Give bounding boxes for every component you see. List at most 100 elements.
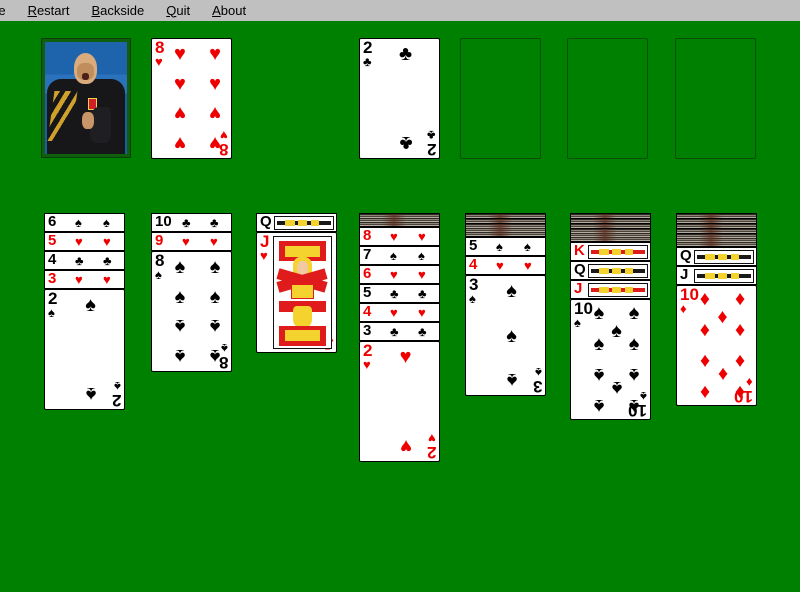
playing-card[interactable]: J♥J♥ bbox=[256, 232, 337, 353]
card-rank: 6 bbox=[48, 213, 57, 230]
card-pips: ♥ ♥ bbox=[399, 346, 412, 457]
playing-card-partial[interactable]: 8 ♥ ♥ bbox=[359, 227, 440, 246]
card-pips: ♠ ♠ ♠ bbox=[506, 280, 517, 391]
waste-pile-card[interactable]: 8 ♥ 8 ♥ ♥ ♥ ♥ ♥ ♥ ♥ ♥ ♥ bbox=[151, 38, 232, 159]
card-pip: ♣ bbox=[210, 215, 219, 230]
card-pip: ♥ bbox=[390, 229, 398, 244]
card-rank: 4 bbox=[469, 256, 478, 273]
photo-border bbox=[42, 39, 130, 157]
playing-card-partial[interactable]: 10 ♣ ♣ bbox=[151, 213, 232, 232]
playing-card-partial[interactable]: J bbox=[676, 266, 757, 285]
card-pip: ♥ bbox=[390, 267, 398, 282]
playing-card-partial[interactable]: Q bbox=[676, 247, 757, 266]
playing-card-partial[interactable]: 5 ♠ ♠ bbox=[465, 237, 546, 256]
card-rank: 4 bbox=[363, 303, 372, 320]
card-rank: 8 bbox=[155, 38, 165, 57]
playing-card-partial[interactable]: 9 ♥ ♥ bbox=[151, 232, 232, 251]
face-down-card[interactable] bbox=[359, 213, 440, 227]
card-rank: 9 bbox=[155, 232, 164, 249]
playing-card-partial[interactable]: Q bbox=[256, 213, 337, 232]
foundation-pile-3[interactable] bbox=[567, 38, 648, 159]
card-suit-icon: ♠ bbox=[574, 315, 581, 330]
playing-card[interactable]: 2 ♥ 2 ♥ ♥ ♥ bbox=[359, 341, 440, 462]
playing-card-partial[interactable]: 4 ♥ ♥ bbox=[465, 256, 546, 275]
face-down-card[interactable] bbox=[676, 233, 757, 247]
card-rank: 6 bbox=[363, 265, 372, 282]
playing-card[interactable]: 10 ♦ 10 ♦ ♦ ♦ ♦ ♦ ♦ ♦ ♦ ♦ ♦ ♦ bbox=[676, 285, 757, 406]
face-down-card[interactable] bbox=[570, 228, 651, 242]
card-pip: ♥ bbox=[390, 305, 398, 320]
card-pip: ♣ bbox=[390, 286, 399, 301]
card-pip: ♥ bbox=[418, 305, 426, 320]
card-suit-icon: ♠ bbox=[48, 305, 55, 320]
card-pips: ♦ ♦ ♦ ♦ ♦ ♦ ♦ ♦ ♦ ♦ bbox=[699, 287, 746, 404]
playing-card-partial[interactable]: 6 ♠ ♠ bbox=[44, 213, 125, 232]
menu-item-about[interactable]: About bbox=[201, 1, 257, 21]
playing-card[interactable]: 10 ♠ 10 ♠ ♠ ♠ ♠ ♠ ♠ ♠ ♠ ♠ ♠ ♠ bbox=[570, 299, 651, 420]
card-rank: J bbox=[680, 266, 689, 283]
card-pip: ♥ bbox=[524, 258, 532, 273]
face-down-card[interactable] bbox=[465, 223, 546, 237]
menu-mnemonic: B bbox=[91, 2, 101, 18]
menu-item-quit[interactable]: Quit bbox=[155, 1, 201, 21]
card-pip: ♥ bbox=[75, 272, 83, 287]
game-board: 8 ♥ 8 ♥ ♥ ♥ ♥ ♥ ♥ ♥ ♥ ♥ 2 ♣ 2 ♣ ♣ ♣ 6 ♠ ♠ 5 ♥ ♥ 4 ♣ ♣ 3 ♥ ♥ 2 ♠ 2 ♠ ♠ ♠ 10… bbox=[0, 21, 800, 592]
playing-card-partial[interactable]: 3 ♥ ♥ bbox=[44, 270, 125, 289]
menu-bar: re Restart Backside Quit About bbox=[0, 0, 800, 21]
card-suit-icon: ♥ bbox=[155, 54, 163, 69]
menu-item-label: ackside bbox=[100, 2, 145, 18]
playing-card-partial[interactable]: 4 ♣ ♣ bbox=[44, 251, 125, 270]
playing-card-partial[interactable]: J bbox=[570, 280, 651, 299]
card-suit-icon: ♥ bbox=[363, 357, 371, 372]
card-rank: Q bbox=[574, 261, 586, 278]
card-rank: 2 bbox=[363, 341, 373, 360]
card-pip: ♣ bbox=[418, 324, 427, 339]
playing-card-partial[interactable]: Q bbox=[570, 261, 651, 280]
foundation-pile-4[interactable] bbox=[675, 38, 756, 159]
card-pip: ♥ bbox=[103, 234, 111, 249]
playing-card-partial[interactable]: 5 ♥ ♥ bbox=[44, 232, 125, 251]
card-pip: ♣ bbox=[182, 215, 191, 230]
menu-item-score[interactable]: re bbox=[0, 1, 17, 21]
court-artwork-sliver bbox=[694, 250, 754, 264]
card-rank: 4 bbox=[48, 251, 57, 268]
card-suit-icon: ♥ bbox=[260, 248, 268, 263]
card-pip: ♣ bbox=[390, 324, 399, 339]
card-rank: 3 bbox=[363, 322, 372, 339]
card-suit-icon: ♠ bbox=[469, 291, 476, 306]
card-pip: ♠ bbox=[75, 215, 82, 230]
stock-pile[interactable] bbox=[41, 38, 131, 158]
menu-item-label: uit bbox=[176, 2, 191, 18]
card-pip: ♥ bbox=[496, 258, 504, 273]
card-pips: ♥ ♥ ♥ ♥ ♥ ♥ ♥ ♥ bbox=[173, 43, 222, 154]
foundation-pile-2[interactable] bbox=[460, 38, 541, 159]
playing-card-partial[interactable]: 6 ♥ ♥ bbox=[359, 265, 440, 284]
card-pip: ♠ bbox=[103, 215, 110, 230]
card-rank: 5 bbox=[48, 232, 57, 249]
menu-item-restart[interactable]: Restart bbox=[17, 1, 81, 21]
card-rank: Q bbox=[260, 213, 272, 230]
card-rank: Q bbox=[680, 247, 692, 264]
playing-card[interactable]: 2 ♠ 2 ♠ ♠ ♠ bbox=[44, 289, 125, 410]
card-pips: ♠ ♠ ♠ ♠ ♠ ♠ ♠ ♠ bbox=[174, 256, 221, 367]
playing-card-partial[interactable]: 5 ♣ ♣ bbox=[359, 284, 440, 303]
foundation-pile-1[interactable]: 2 ♣ 2 ♣ ♣ ♣ bbox=[359, 38, 440, 159]
card-pip: ♠ bbox=[418, 248, 425, 263]
card-rank: 5 bbox=[363, 284, 372, 301]
playing-card-partial[interactable]: K bbox=[570, 242, 651, 261]
playing-card-partial[interactable]: 3 ♣ ♣ bbox=[359, 322, 440, 341]
card-pip: ♥ bbox=[182, 234, 190, 249]
card-pip: ♣ bbox=[103, 253, 112, 268]
playing-card[interactable]: 8 ♠ 8 ♠ ♠ ♠ ♠ ♠ ♠ ♠ ♠ ♠ bbox=[151, 251, 232, 372]
card-suit-icon: ♦ bbox=[680, 301, 687, 316]
playing-card-partial[interactable]: 4 ♥ ♥ bbox=[359, 303, 440, 322]
playing-card[interactable]: 3 ♠ 3 ♠ ♠ ♠ ♠ bbox=[465, 275, 546, 396]
card-pip: ♣ bbox=[75, 253, 84, 268]
menu-item-backside[interactable]: Backside bbox=[80, 1, 155, 21]
playing-card-partial[interactable]: 7 ♠ ♠ bbox=[359, 246, 440, 265]
card-rank: K bbox=[574, 242, 585, 259]
court-artwork-sliver bbox=[588, 264, 648, 278]
menu-item-label: estart bbox=[36, 2, 70, 18]
card-rank: 3 bbox=[48, 270, 57, 287]
card-pip: ♥ bbox=[210, 234, 218, 249]
